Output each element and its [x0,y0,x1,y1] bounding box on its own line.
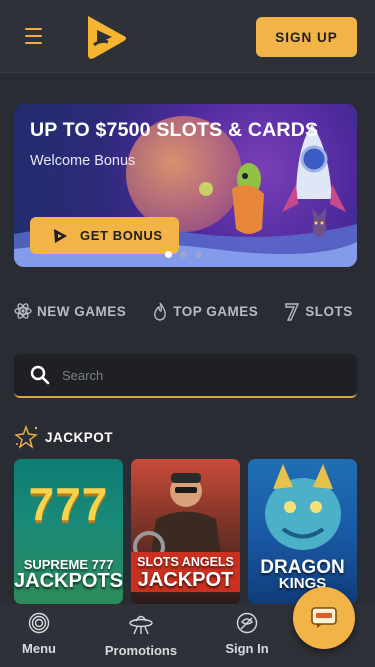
category-tabs: NEW GAMES TOP GAMES SLOTS [14,299,375,323]
search-icon [30,365,50,385]
game-title-line2: JACKPOTS [14,570,123,592]
astronaut-icon [236,612,258,634]
search-bar [14,354,357,398]
get-bonus-label: GET BONUS [80,228,163,243]
game-card-dragon-kings[interactable]: DRAGON KINGS [248,459,357,604]
game-title-line2: JACKPOT [137,569,234,591]
nav-promotions[interactable]: Promotions [78,604,204,667]
tab-slots[interactable]: SLOTS [284,302,353,321]
sparkle-star-icon [14,425,38,449]
game-art-text: 777 [28,478,109,530]
get-bonus-button[interactable]: GET BONUS [30,217,179,254]
play-logo-icon[interactable] [84,14,128,60]
chat-icon [311,607,337,628]
game-title-line1: SLOTS ANGELS [137,555,234,569]
game-title-line2: KINGS [278,575,327,592]
ufo-icon [129,615,153,635]
carousel-dot[interactable] [195,251,202,258]
signup-button[interactable]: SIGN UP [256,17,357,57]
fire-icon [154,302,167,321]
chat-fab-button[interactable] [293,587,355,649]
welcome-bonus-banner[interactable]: UP TO $7500 SLOTS & CARDS Welcome Bonus … [14,104,357,267]
nav-sign-in[interactable]: Sign In [204,604,290,667]
tab-top-games[interactable]: TOP GAMES [152,302,258,321]
atom-icon [14,303,32,319]
biker-illustration [133,473,221,554]
game-card-slots-angels[interactable]: SLOTS ANGELS JACKPOT [131,459,240,604]
game-card-supreme-777[interactable]: 777 SUPREME 777 JACKPOTS [14,459,123,604]
tab-label: NEW GAMES [37,303,127,319]
search-input[interactable] [62,367,322,383]
carousel-dot[interactable] [165,251,172,258]
spiral-icon [28,612,50,634]
dragon-illustration [265,464,341,550]
banner-title: UP TO $7500 SLOTS & CARDS [30,119,319,141]
jackpot-games-row: 777 SUPREME 777 JACKPOTS SLOTS ANGELS JA… [14,459,357,604]
carousel-dots [165,251,202,258]
play-logo-icon [54,228,67,243]
section-title-label: JACKPOT [45,429,114,445]
tab-new-games[interactable]: NEW GAMES [14,302,126,320]
hamburger-icon[interactable] [25,28,42,44]
banner-subtitle: Welcome Bonus [30,153,136,169]
top-header: SIGN UP [0,0,375,73]
nav-label: Menu [22,641,56,656]
tab-label: TOP GAMES [173,303,259,319]
nav-menu[interactable]: Menu [0,604,78,667]
jackpot-section-title: JACKPOT [14,425,113,449]
nav-label: Promotions [104,643,178,658]
tab-label: SLOTS [305,303,353,319]
carousel-dot[interactable] [180,251,187,258]
seven-icon [285,302,300,321]
nav-label: Sign In [225,641,269,656]
